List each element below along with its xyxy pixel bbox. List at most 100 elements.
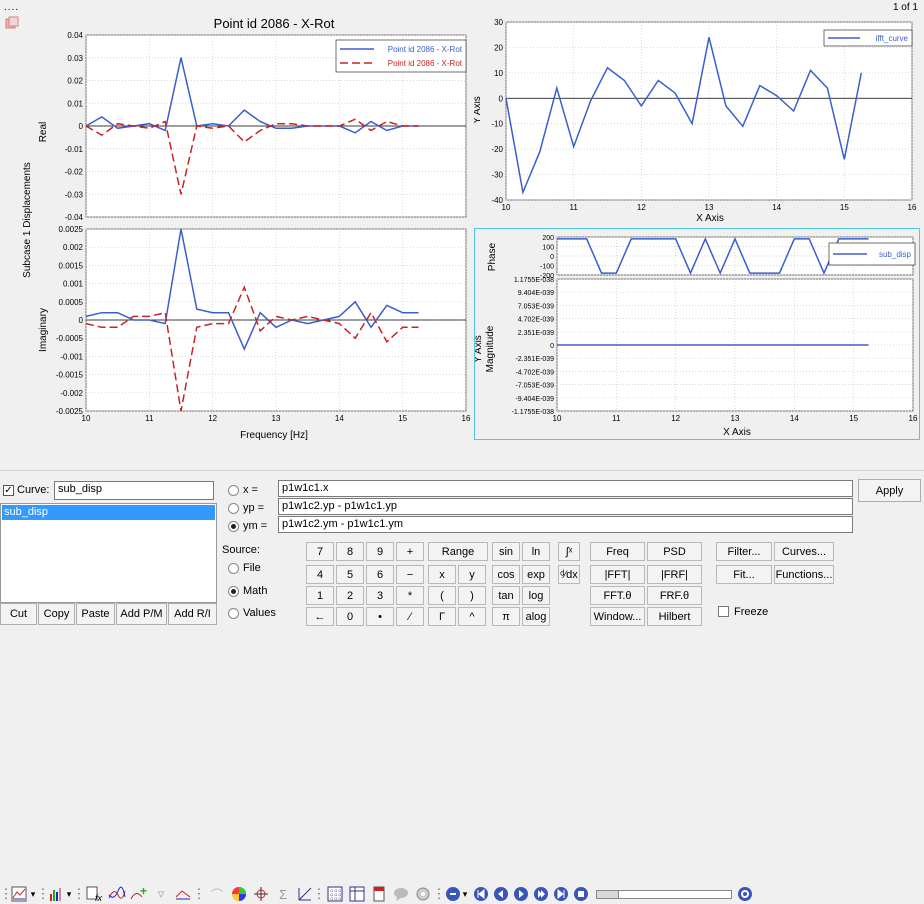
next-frame-icon[interactable] bbox=[532, 885, 550, 903]
curve-list-item[interactable]: sub_disp bbox=[2, 505, 215, 520]
play-icon[interactable] bbox=[512, 885, 530, 903]
calc-key-2-0[interactable]: 1 bbox=[306, 586, 334, 605]
first-frame-icon[interactable] bbox=[472, 885, 490, 903]
op-key-1-1[interactable]: ) bbox=[458, 586, 486, 605]
curve-attributes-icon[interactable] bbox=[10, 885, 28, 903]
calc-func-0-0[interactable]: Freq bbox=[590, 542, 645, 561]
op-key-0-0[interactable]: x bbox=[428, 565, 456, 584]
calc-key-0-0[interactable]: 7 bbox=[306, 542, 334, 561]
calc-func-2-0[interactable]: FFT.θ bbox=[590, 586, 645, 605]
sub-disp-plot-window[interactable]: Phase Y Axis Magnitude X Axis 2001000-10… bbox=[473, 228, 920, 440]
filter-button[interactable]: Filter... bbox=[716, 542, 772, 561]
calc-key-1-1[interactable]: 5 bbox=[336, 565, 364, 584]
calc-key-3-2[interactable]: • bbox=[366, 607, 394, 626]
calc-key-0-1[interactable]: 8 bbox=[336, 542, 364, 561]
func-key-2-0[interactable]: tan bbox=[492, 586, 520, 605]
curves-button[interactable]: Curves... bbox=[774, 542, 834, 561]
build-curve-icon[interactable]: fx bbox=[86, 885, 104, 903]
curve-name-input[interactable]: sub_disp bbox=[54, 481, 214, 500]
dropdown-arrow-icon[interactable]: ▾ bbox=[28, 885, 38, 903]
slider-thumb[interactable] bbox=[597, 891, 619, 898]
func-key-1-0[interactable]: cos bbox=[492, 565, 520, 584]
previous-frame-icon[interactable] bbox=[492, 885, 510, 903]
x-expression-input[interactable]: p1w1c1.x bbox=[278, 480, 853, 497]
settings-gear-icon[interactable] bbox=[414, 885, 432, 903]
calc-key-2-2[interactable]: 3 bbox=[366, 586, 394, 605]
table-icon[interactable] bbox=[348, 885, 366, 903]
paste-button[interactable]: Paste bbox=[76, 603, 115, 625]
calc-key-3-0[interactable]: ← bbox=[306, 607, 334, 626]
source-values-radio[interactable] bbox=[228, 608, 239, 619]
calc-func-3-0[interactable]: Window... bbox=[590, 607, 645, 626]
curve-checkbox[interactable]: ✓ bbox=[3, 485, 14, 496]
more-dots-icon[interactable]: .... bbox=[4, 2, 19, 13]
curve-delete-icon[interactable] bbox=[174, 885, 192, 903]
crosshair-icon[interactable] bbox=[252, 885, 270, 903]
fit-button[interactable]: Fit... bbox=[716, 565, 772, 584]
calc-key-1-3[interactable]: − bbox=[396, 565, 424, 584]
color-wheel-icon[interactable] bbox=[230, 885, 248, 903]
axis-tool-icon[interactable] bbox=[296, 885, 314, 903]
func-key-3-1[interactable]: alog bbox=[522, 607, 550, 626]
func-key-3-0[interactable]: π bbox=[492, 607, 520, 626]
functions-button[interactable]: Functions... bbox=[774, 565, 834, 584]
copy-button[interactable]: Copy bbox=[38, 603, 75, 625]
dropdown-arrow-icon-2[interactable]: ▾ bbox=[64, 885, 74, 903]
func-key-1-1[interactable]: exp bbox=[522, 565, 550, 584]
calc-func-1-0[interactable]: |FFT| bbox=[590, 565, 645, 584]
add-ri-button[interactable]: Add R/I bbox=[168, 603, 217, 625]
curve-list[interactable]: sub_disp bbox=[0, 503, 217, 603]
y-tick-label: 0 bbox=[79, 316, 84, 325]
dropdown-arrow-icon-3[interactable]: ▾ bbox=[460, 885, 470, 903]
sigma-icon[interactable]: Σ bbox=[274, 885, 292, 903]
curve-math-icon[interactable] bbox=[108, 885, 126, 903]
add-pm-button[interactable]: Add P/M bbox=[116, 603, 167, 625]
bar-chart-icon[interactable] bbox=[47, 885, 65, 903]
grid-icon[interactable] bbox=[326, 885, 344, 903]
ym-radio[interactable] bbox=[228, 521, 239, 532]
calc-key-1-2[interactable]: 6 bbox=[366, 565, 394, 584]
calc-key-0-2[interactable]: 9 bbox=[366, 542, 394, 561]
x-radio[interactable] bbox=[228, 485, 239, 496]
main-plot-svg: Point id 2086 - X-Rot Subcase 1 Displace… bbox=[22, 16, 471, 441]
func-key-2-1[interactable]: log bbox=[522, 586, 550, 605]
derivative-key[interactable]: ᵈ⁄dx bbox=[558, 565, 580, 584]
stop-icon[interactable] bbox=[572, 885, 590, 903]
calc-func-0-1[interactable]: PSD bbox=[647, 542, 702, 561]
source-math-radio[interactable] bbox=[228, 586, 239, 597]
yp-expression-input[interactable]: p1w1c2.yp - p1w1c1.yp bbox=[278, 498, 853, 515]
ifft-plot-window[interactable]: Y Axis X Axis 3020100-10-20-30-401011121… bbox=[472, 10, 920, 226]
integral-key[interactable]: ∫ˣ bbox=[558, 542, 580, 561]
hide-curve-icon[interactable]: ⌒ bbox=[208, 885, 226, 903]
last-frame-icon[interactable] bbox=[552, 885, 570, 903]
calc-key-1-0[interactable]: 4 bbox=[306, 565, 334, 584]
op-key-1-0[interactable]: ( bbox=[428, 586, 456, 605]
calc-key-2-3[interactable]: * bbox=[396, 586, 424, 605]
calc-func-2-1[interactable]: FRF.θ bbox=[647, 586, 702, 605]
animation-settings-icon[interactable] bbox=[736, 885, 754, 903]
op-key-2-0[interactable]: Γ bbox=[428, 607, 456, 626]
source-file-radio[interactable] bbox=[228, 563, 239, 574]
calc-key-3-1[interactable]: 0 bbox=[336, 607, 364, 626]
op-key-2-1[interactable]: ^ bbox=[458, 607, 486, 626]
freeze-checkbox[interactable] bbox=[718, 606, 729, 617]
add-curve-icon[interactable]: + bbox=[130, 885, 148, 903]
animation-slider[interactable] bbox=[596, 890, 732, 899]
func-key-0-0[interactable]: sin bbox=[492, 542, 520, 561]
range-button[interactable]: Range bbox=[428, 542, 488, 561]
document-icon[interactable] bbox=[370, 885, 388, 903]
calc-key-0-3[interactable]: + bbox=[396, 542, 424, 561]
op-key-0-1[interactable]: y bbox=[458, 565, 486, 584]
ym-expression-input[interactable]: p1w1c2.ym - p1w1c1.ym bbox=[278, 516, 853, 533]
calc-key-2-1[interactable]: 2 bbox=[336, 586, 364, 605]
yp-radio[interactable] bbox=[228, 503, 239, 514]
calc-key-3-3[interactable]: ⁄ bbox=[396, 607, 424, 626]
note-icon[interactable] bbox=[392, 885, 410, 903]
func-key-0-1[interactable]: ln bbox=[522, 542, 550, 561]
apply-button[interactable]: Apply bbox=[858, 479, 921, 502]
cut-button[interactable]: Cut bbox=[0, 603, 37, 625]
calc-func-3-1[interactable]: Hilbert bbox=[647, 607, 702, 626]
filter-icon[interactable]: ▿ bbox=[152, 885, 170, 903]
main-plot-window[interactable]: Point id 2086 - X-Rot Subcase 1 Displace… bbox=[18, 10, 472, 441]
calc-func-1-1[interactable]: |FRF| bbox=[647, 565, 702, 584]
